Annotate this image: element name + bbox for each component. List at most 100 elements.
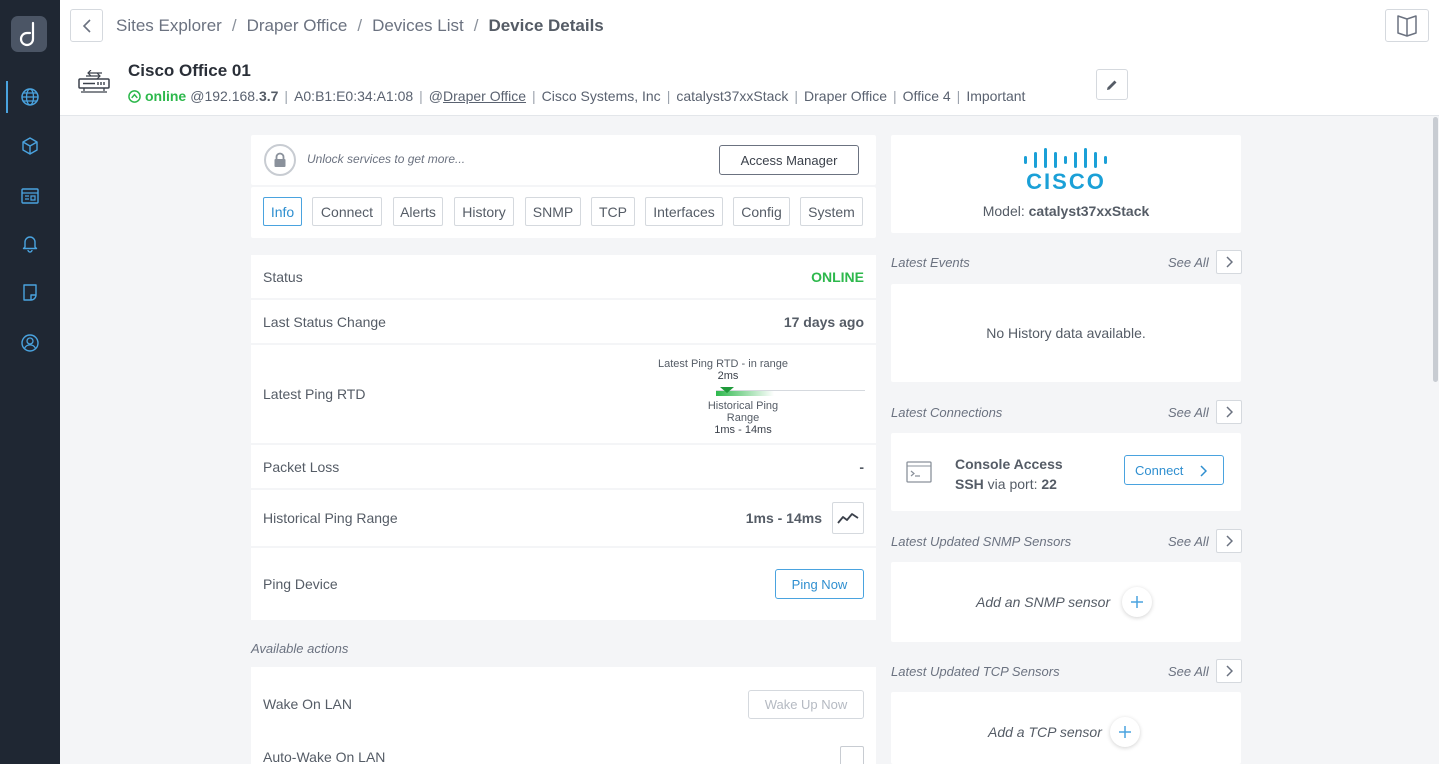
chevron-right-icon <box>1200 465 1207 477</box>
nav-dashboard[interactable] <box>0 178 60 214</box>
latest-connections-heading: Latest Connections <box>891 405 1003 420</box>
breadcrumb-sites-explorer[interactable]: Sites Explorer <box>116 16 222 36</box>
page-header: Sites Explorer / Draper Office / Devices… <box>60 0 1439 116</box>
cube-icon <box>22 137 38 155</box>
nav-account[interactable] <box>0 325 60 361</box>
device-site-link[interactable]: Draper Office <box>443 88 526 104</box>
breadcrumb-devices-list[interactable]: Devices List <box>372 16 464 36</box>
tcp-sensors-card: Add a TCP sensor <box>891 692 1241 764</box>
packet-loss-label: Packet Loss <box>263 458 340 475</box>
page-scrollbar[interactable] <box>1431 117 1439 764</box>
brand-model: Model: catalyst37xxStack <box>982 203 1150 219</box>
ping-device-row: Ping Device Ping Now <box>251 548 876 620</box>
device-model: catalyst37xxStack <box>676 88 789 104</box>
historical-ping-range-label: Historical Ping Range <box>263 510 398 526</box>
tab-tcp[interactable]: TCP <box>591 197 635 226</box>
add-tcp-sensor-text: Add a TCP sensor <box>988 724 1102 740</box>
console-access-detail: SSH via port: 22 <box>955 476 1057 492</box>
breadcrumb-separator: / <box>231 16 237 35</box>
chevron-right-icon <box>1226 535 1233 547</box>
bell-icon <box>22 236 38 253</box>
device-title: Cisco Office 01 <box>128 61 251 80</box>
wake-on-lan-row: Wake On LAN Wake Up Now <box>251 667 876 741</box>
ping-chart-button[interactable] <box>832 502 864 534</box>
add-tcp-sensor-button[interactable] <box>1110 717 1140 747</box>
nav-reports[interactable] <box>0 275 60 311</box>
unlock-text: Unlock services to get more... <box>307 152 466 166</box>
ping-now-button[interactable]: Ping Now <box>775 569 864 599</box>
connect-button[interactable]: Connect <box>1124 455 1224 485</box>
tab-snmp[interactable]: SNMP <box>525 197 581 226</box>
events-see-all[interactable]: See All <box>1168 255 1209 270</box>
auto-wake-on-lan-row: Auto-Wake On LAN <box>251 741 876 764</box>
terminal-icon <box>906 461 932 483</box>
brand-card: CISCO Model: catalyst37xxStack <box>891 135 1241 233</box>
tab-connect[interactable]: Connect <box>312 197 382 226</box>
chevron-right-icon <box>1226 256 1233 268</box>
add-snmp-sensor-text: Add an SNMP sensor <box>976 594 1111 610</box>
connections-see-all-button[interactable] <box>1216 400 1242 424</box>
connections-see-all[interactable]: See All <box>1168 405 1209 420</box>
add-snmp-sensor-button[interactable] <box>1122 587 1152 617</box>
dashboard-icon <box>21 188 39 204</box>
breadcrumb-device-details: Device Details <box>488 16 604 35</box>
ping-latest-value: 2ms <box>717 370 739 382</box>
tab-config[interactable]: Config <box>733 197 790 226</box>
events-see-all-button[interactable] <box>1216 250 1242 274</box>
book-icon <box>1397 14 1417 37</box>
ping-range-caption: Historical Ping Range <box>707 400 779 424</box>
nav-sites[interactable] <box>0 79 60 115</box>
breadcrumb: Sites Explorer / Draper Office / Devices… <box>116 16 604 36</box>
user-icon <box>21 334 39 352</box>
status-value: ONLINE <box>811 268 864 285</box>
snmp-sensors-card: Add an SNMP sensor <box>891 562 1241 642</box>
edit-device-button[interactable] <box>1096 69 1128 100</box>
last-status-change-value: 17 days ago <box>783 313 864 330</box>
tab-alerts[interactable]: Alerts <box>393 197 443 226</box>
device-tag: Important <box>966 88 1026 104</box>
snmp-see-all-button[interactable] <box>1216 529 1242 553</box>
cisco-wordmark: CISCO <box>1026 169 1106 194</box>
packet-loss-value: - <box>859 458 864 475</box>
nav-devices[interactable] <box>0 128 60 164</box>
tab-info[interactable]: Info <box>263 197 302 226</box>
tcp-see-all-button[interactable] <box>1216 659 1242 683</box>
snmp-see-all[interactable]: See All <box>1168 534 1209 549</box>
historical-ping-range-row: Historical Ping Range 1ms - 14ms <box>251 490 876 546</box>
tab-interfaces[interactable]: Interfaces <box>645 197 723 226</box>
tab-system[interactable]: System <box>800 197 863 226</box>
ping-range-chart: Latest Ping RTD - in range 2ms Historica… <box>640 358 865 438</box>
status-label: Status <box>263 268 303 285</box>
tcp-see-all[interactable]: See All <box>1168 664 1209 679</box>
back-button[interactable] <box>70 9 103 42</box>
available-actions-heading: Available actions <box>251 641 349 656</box>
docs-button[interactable] <box>1385 9 1429 42</box>
tcp-sensors-heading: Latest Updated TCP Sensors <box>891 664 1060 679</box>
app-logo[interactable] <box>11 16 47 52</box>
left-nav-rail <box>0 0 60 764</box>
console-access-title: Console Access <box>955 456 1063 472</box>
ping-device-label: Ping Device <box>263 576 338 592</box>
ping-marker-icon <box>720 387 734 393</box>
pencil-icon <box>1107 80 1117 90</box>
wake-up-now-button[interactable]: Wake Up Now <box>748 689 864 719</box>
tab-history[interactable]: History <box>454 197 514 226</box>
unlock-card: Unlock services to get more... Access Ma… <box>251 135 876 185</box>
plus-icon <box>1119 726 1131 738</box>
device-site: @Draper Office <box>428 88 527 104</box>
cisco-bars-logo <box>1024 148 1107 168</box>
breadcrumb-separator: / <box>357 16 363 35</box>
device-location: Draper Office <box>804 88 888 104</box>
breadcrumb-separator: / <box>473 16 479 35</box>
historical-ping-range-value: 1ms - 14ms <box>745 510 822 526</box>
plus-icon <box>1131 596 1143 608</box>
chevron-right-icon <box>1226 665 1233 677</box>
breadcrumb-draper-office[interactable]: Draper Office <box>247 16 348 36</box>
nav-alerts[interactable] <box>0 225 60 261</box>
scrollbar-thumb[interactable] <box>1433 117 1438 382</box>
auto-wake-checkbox[interactable] <box>840 746 864 764</box>
latest-events-heading: Latest Events <box>891 255 970 270</box>
logo-d-icon <box>19 21 35 47</box>
access-manager-button[interactable]: Access Manager <box>719 145 859 175</box>
switch-device-icon <box>78 69 110 99</box>
